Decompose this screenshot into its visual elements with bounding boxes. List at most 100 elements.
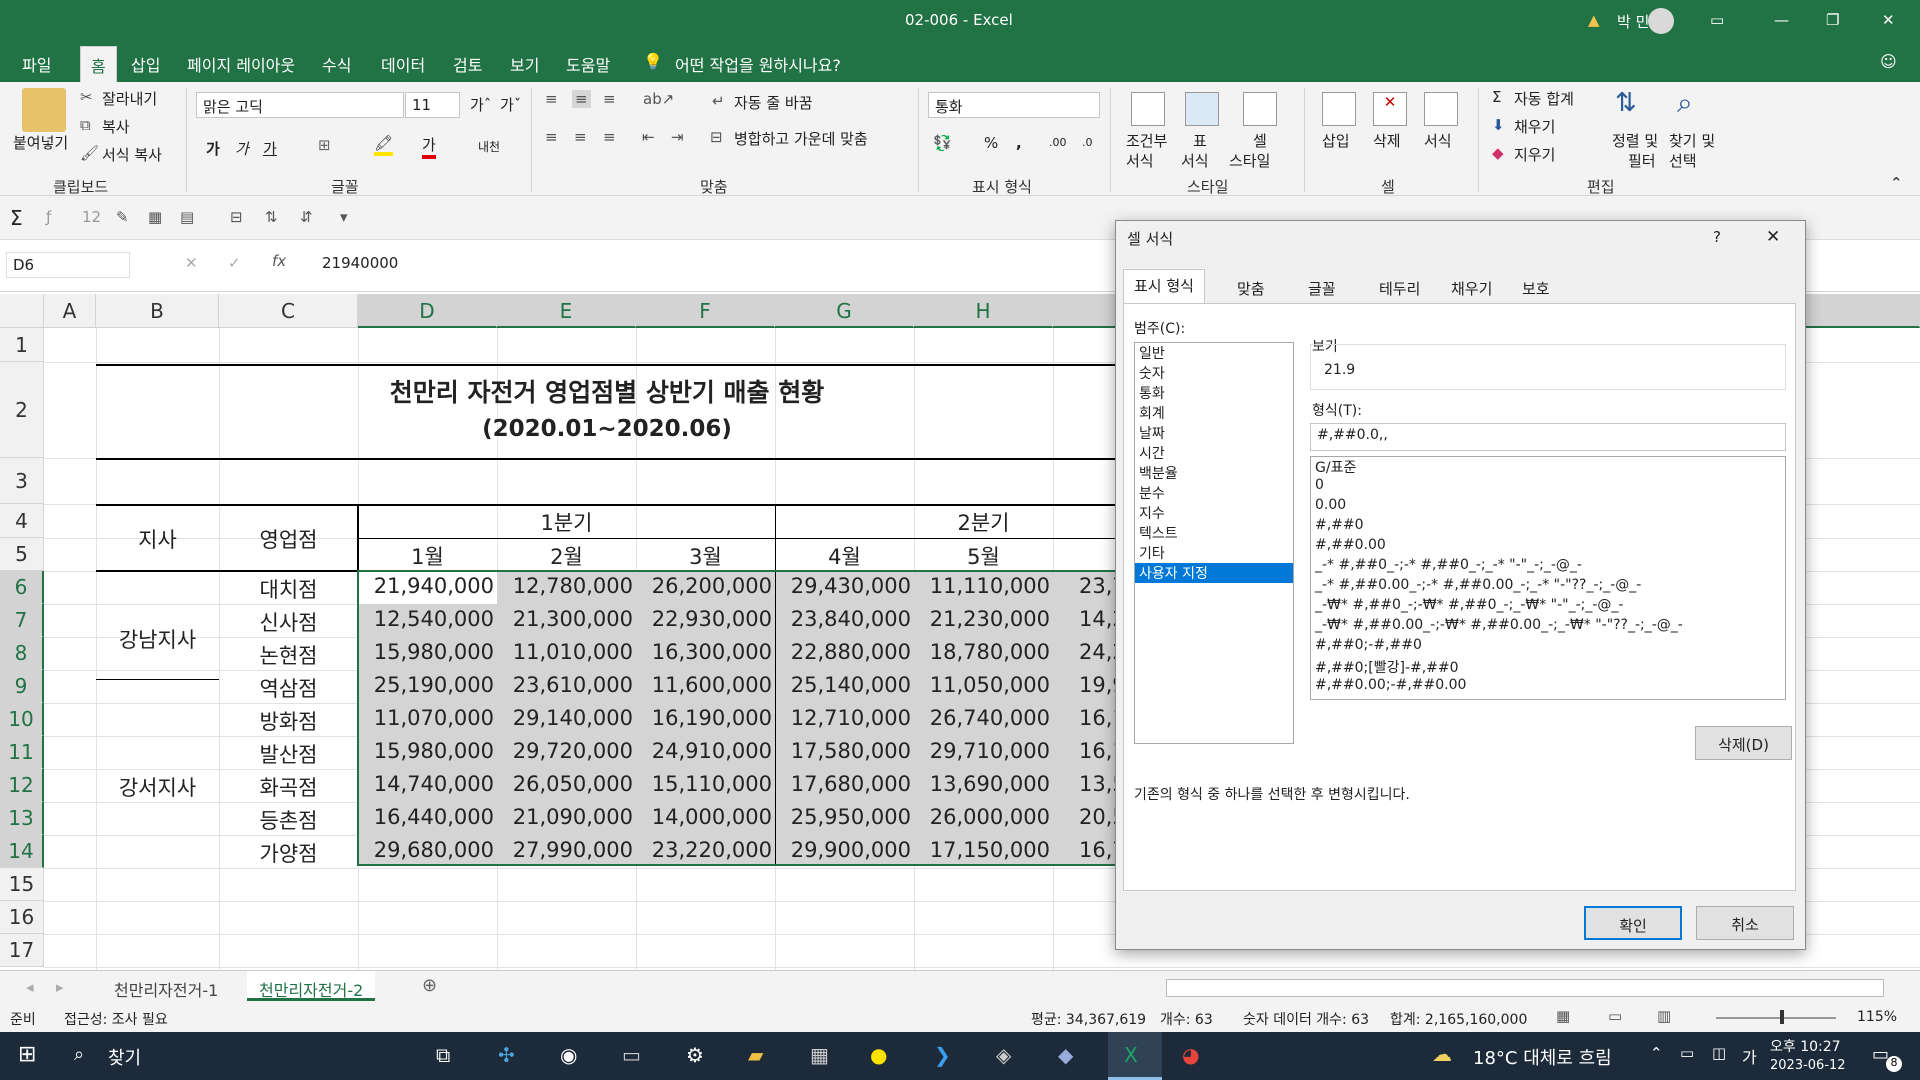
cell-styles-icon[interactable] bbox=[1243, 92, 1277, 126]
tell-me-search[interactable]: 어떤 작업을 원하시나요? bbox=[675, 52, 841, 76]
dialog-help-button[interactable]: ? bbox=[1713, 228, 1721, 246]
row-header[interactable]: 15 bbox=[0, 868, 44, 901]
category-item[interactable]: 날짜 bbox=[1135, 423, 1293, 443]
avatar[interactable] bbox=[1648, 8, 1674, 34]
align-center-icon[interactable]: ≡ bbox=[574, 128, 587, 146]
tab-insert[interactable]: 삽입 bbox=[131, 52, 160, 76]
zoom-slider-thumb[interactable] bbox=[1780, 1010, 1784, 1024]
form-icon[interactable]: ▤ bbox=[180, 208, 194, 226]
taskbar-search[interactable]: 찾기 bbox=[108, 1044, 141, 1070]
app-icon[interactable]: ✣ bbox=[498, 1043, 515, 1067]
row-header[interactable]: 7 bbox=[0, 604, 44, 637]
row-header[interactable]: 3 bbox=[0, 458, 44, 504]
tab-file[interactable]: 파일 bbox=[22, 52, 51, 76]
fill-button[interactable]: 채우기 bbox=[1514, 116, 1555, 137]
align-right-icon[interactable]: ≡ bbox=[603, 128, 616, 146]
format-painter-button[interactable]: 서식 복사 bbox=[102, 144, 162, 165]
customize-qat-icon[interactable]: ▾ bbox=[340, 208, 348, 226]
fx-icon[interactable]: ƒ bbox=[46, 208, 51, 226]
tab-formulas[interactable]: 수식 bbox=[322, 52, 351, 76]
decrease-indent-icon[interactable]: ⇤ bbox=[642, 128, 655, 146]
tab-help[interactable]: 도움말 bbox=[566, 52, 610, 76]
start-icon[interactable]: ⊞ bbox=[18, 1042, 36, 1067]
increase-decimal-icon[interactable]: .00 bbox=[1049, 136, 1067, 149]
column-header[interactable]: A bbox=[44, 294, 96, 328]
ok-button[interactable]: 확인 bbox=[1584, 906, 1682, 940]
sort-icon[interactable]: ⇅ bbox=[265, 208, 278, 226]
font-size-select[interactable]: 11 bbox=[405, 92, 460, 118]
format-cells-button[interactable]: 서식 bbox=[1424, 130, 1452, 151]
cell-styles-button[interactable]: 셀 bbox=[1253, 130, 1267, 151]
orientation-icon[interactable]: ab↗ bbox=[643, 90, 674, 108]
calculator-icon[interactable]: ▦ bbox=[810, 1043, 829, 1067]
category-item[interactable]: 회계 bbox=[1135, 403, 1293, 423]
normal-view-icon[interactable]: ▦ bbox=[1556, 1007, 1570, 1025]
dialog-close-icon[interactable]: ✕ bbox=[1766, 227, 1780, 247]
store-name[interactable]: 역삼점 bbox=[219, 673, 358, 703]
sheet-tab-1[interactable]: 천만리자전거-1 bbox=[114, 977, 218, 1001]
share-icon[interactable]: ☺ bbox=[1880, 52, 1897, 71]
copy-button[interactable]: 복사 bbox=[102, 116, 130, 137]
cancel-button[interactable]: 취소 bbox=[1696, 906, 1794, 940]
clear-icon[interactable]: ◆ bbox=[1492, 144, 1504, 162]
column-header[interactable]: E bbox=[497, 294, 636, 328]
cut-button[interactable]: 잘라내기 bbox=[102, 88, 157, 109]
cut-icon[interactable]: ✂ bbox=[80, 88, 93, 106]
folder-icon[interactable]: ▰ bbox=[748, 1043, 763, 1067]
sheet-tab-2[interactable]: 천만리자전거-2 bbox=[247, 971, 376, 1001]
tab-view[interactable]: 보기 bbox=[510, 52, 539, 76]
bold-icon[interactable]: 가 bbox=[206, 138, 220, 159]
comma-icon[interactable]: , bbox=[1016, 134, 1022, 152]
store-name[interactable]: 발산점 bbox=[219, 739, 358, 769]
delete-cells-button[interactable]: 삭제 bbox=[1373, 130, 1401, 151]
type-input[interactable]: #,##0.0,, bbox=[1310, 423, 1786, 451]
increase-indent-icon[interactable]: ⇥ bbox=[671, 128, 684, 146]
sort-filter-icon[interactable]: ⇅ bbox=[1615, 88, 1637, 118]
store-name[interactable]: 논현점 bbox=[219, 640, 358, 670]
settings-icon[interactable]: ⚙ bbox=[686, 1043, 704, 1067]
tray-expand-icon[interactable]: ⌃ bbox=[1650, 1044, 1663, 1062]
next-sheet-icon[interactable]: ▸ bbox=[56, 978, 64, 996]
store-name[interactable]: 대치점 bbox=[219, 574, 358, 604]
insert-function-icon[interactable]: fx bbox=[272, 252, 286, 270]
format-code-item[interactable]: 0 bbox=[1311, 477, 1785, 497]
chat-icon[interactable]: ● bbox=[870, 1043, 887, 1067]
zoom-slider[interactable] bbox=[1716, 1017, 1836, 1019]
formula-input[interactable]: 21940000 bbox=[322, 254, 398, 272]
merge-center-button[interactable]: 병합하고 가운데 맞춤 bbox=[734, 128, 868, 149]
search-icon[interactable]: ⌕ bbox=[74, 1044, 84, 1065]
fill-icon[interactable]: ⬇ bbox=[1492, 116, 1505, 134]
row-header[interactable]: 11 bbox=[0, 736, 44, 769]
app-icon[interactable]: ◆ bbox=[1058, 1043, 1073, 1067]
column-header[interactable]: D bbox=[358, 294, 497, 328]
font-name-select[interactable]: 맑은 고딕 bbox=[196, 92, 404, 118]
percent-icon[interactable]: % bbox=[984, 134, 998, 152]
insert-cells-icon[interactable] bbox=[1322, 92, 1356, 126]
tab-review[interactable]: 검토 bbox=[453, 52, 482, 76]
format-as-table-button[interactable]: 표 bbox=[1193, 130, 1207, 151]
row-header[interactable]: 13 bbox=[0, 802, 44, 835]
format-code-item[interactable]: #,##0;-#,##0 bbox=[1311, 637, 1785, 657]
select-all-corner[interactable] bbox=[0, 294, 44, 328]
format-code-list[interactable]: G/표준 0 0.00 #,##0 #,##0.00 _-* #,##0_-;-* #,#… bbox=[1310, 456, 1786, 700]
wrap-text-icon[interactable]: ↵ bbox=[712, 92, 725, 110]
category-item[interactable]: 지수 bbox=[1135, 503, 1293, 523]
decrease-decimal-icon[interactable]: .0 bbox=[1082, 136, 1093, 149]
wrap-text-button[interactable]: 자동 줄 바꿈 bbox=[734, 92, 813, 113]
format-code-item[interactable]: _-₩* #,##0_-;-₩* #,##0_-;_-₩* "-"_-;_-@_… bbox=[1311, 597, 1785, 617]
dialog-tab-alignment[interactable]: 맞춤 bbox=[1227, 273, 1275, 303]
number-format-select[interactable]: 통화 bbox=[928, 92, 1100, 118]
category-item[interactable]: 사용자 지정 bbox=[1135, 563, 1293, 583]
weather-text[interactable]: 18°C 대체로 흐림 bbox=[1473, 1044, 1612, 1070]
format-cells-icon[interactable] bbox=[1424, 92, 1458, 126]
row-header[interactable]: 5 bbox=[0, 538, 44, 571]
row-header[interactable]: 8 bbox=[0, 637, 44, 670]
add-sheet-icon[interactable]: ⊕ bbox=[422, 975, 437, 996]
find-select-icon[interactable]: ⌕ bbox=[1677, 86, 1693, 120]
category-item[interactable]: 분수 bbox=[1135, 483, 1293, 503]
confirm-entry-icon[interactable]: ✓ bbox=[228, 254, 241, 272]
format-code-item[interactable]: G/표준 bbox=[1311, 457, 1785, 477]
zoom-level[interactable]: 115% bbox=[1857, 1009, 1897, 1025]
column-header[interactable]: B bbox=[96, 294, 219, 328]
align-middle-icon[interactable]: ≡ bbox=[572, 90, 591, 108]
